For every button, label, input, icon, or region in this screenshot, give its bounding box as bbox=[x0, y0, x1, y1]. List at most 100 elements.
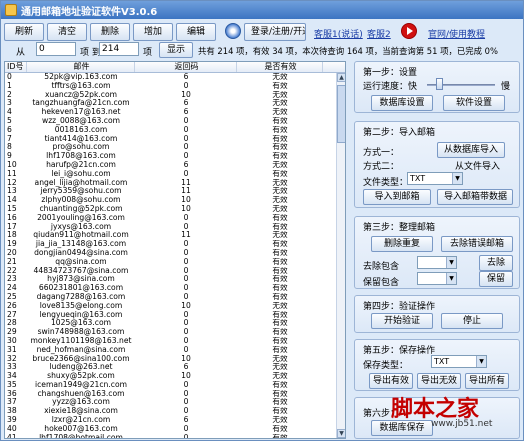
delete-button[interactable]: 删除 bbox=[90, 23, 130, 41]
step3-group: 第三步：整理邮箱 删除重复 去除错误邮箱 去除包含 ▼ 去除 保留包含 ▼ 保留 bbox=[354, 216, 520, 289]
table-row[interactable]: 34 shuxy@52pk.com 10 无效 bbox=[5, 372, 345, 381]
chevron-down-icon[interactable]: ▼ bbox=[446, 257, 456, 268]
filetype-label: 文件类型： bbox=[363, 178, 409, 188]
clear-button[interactable]: 清空 bbox=[47, 23, 87, 41]
table-row[interactable]: 2 xuancz@52pk.com 10 无效 bbox=[5, 91, 345, 100]
cell-code: 0 bbox=[183, 407, 189, 416]
table-row[interactable]: 33 ludeng@263.net 6 无效 bbox=[5, 363, 345, 372]
register-button[interactable]: 登录/注册/开通 bbox=[244, 23, 306, 41]
dedupe-button[interactable]: 删除重复 bbox=[371, 236, 433, 252]
website-link[interactable]: 官网/使用教程 bbox=[428, 27, 485, 40]
cell-code: 6 bbox=[183, 99, 189, 108]
table-row[interactable]: 36 changshuen@163.com 0 有效 bbox=[5, 390, 345, 399]
service1-link[interactable]: 客服1(说话) bbox=[314, 27, 363, 40]
table-row[interactable]: 15 chuanting@52pk.com 10 无效 bbox=[5, 205, 345, 214]
scroll-up-icon[interactable]: ▲ bbox=[337, 73, 345, 82]
table-row[interactable]: 25 dagang7288@163.com 0 有效 bbox=[5, 293, 345, 302]
table-row[interactable]: 4 hekeven17@163.net 6 无效 bbox=[5, 108, 345, 117]
table-row[interactable]: 9 lhf1708@163.com 0 有效 bbox=[5, 152, 345, 161]
cell-email: tiant414@163.com bbox=[44, 134, 118, 143]
table-row[interactable]: 27 lengyueqin@163.com 0 有效 bbox=[5, 311, 345, 320]
scroll-thumb[interactable] bbox=[337, 85, 345, 143]
import-to-db-button[interactable]: 导入邮箱带数据 bbox=[437, 189, 513, 205]
table-row[interactable]: 17 jyxys@163.com 0 有效 bbox=[5, 223, 345, 232]
chevron-down-icon[interactable]: ▼ bbox=[452, 173, 462, 184]
table-row[interactable]: 13 jerry5359@sohu.com 11 无效 bbox=[5, 187, 345, 196]
stop-button[interactable]: 停止 bbox=[441, 313, 503, 329]
start-verify-button[interactable]: 开始验证 bbox=[371, 313, 433, 329]
service2-link[interactable]: 客服2 bbox=[367, 27, 391, 40]
chevron-down-icon[interactable]: ▼ bbox=[476, 356, 486, 367]
table-row[interactable]: 14 zlphy008@sohu.com 10 无效 bbox=[5, 196, 345, 205]
to-input[interactable]: 214 bbox=[99, 42, 139, 56]
table-row[interactable]: 24 660231801@163.com 0 有效 bbox=[5, 284, 345, 293]
table-row[interactable]: 20 dongjian0494@sina.com 0 有效 bbox=[5, 249, 345, 258]
table-row[interactable]: 35 iceman1949@21cn.com 0 有效 bbox=[5, 381, 345, 390]
table-row[interactable]: 16 2001youling@163.com 0 有效 bbox=[5, 214, 345, 223]
email-table[interactable]: ID号 邮件 返回码 是否有效 0 52pk@vip.163.com 6 无效 1 tff… bbox=[4, 61, 346, 439]
show-button[interactable]: 显示 bbox=[159, 42, 193, 58]
db-settings-button[interactable]: 数据库设置 bbox=[371, 95, 433, 111]
table-row[interactable]: 40 hoke007@163.com 0 有效 bbox=[5, 425, 345, 434]
remove-error-button[interactable]: 去除错误邮箱 bbox=[441, 236, 513, 252]
import-from-db-button[interactable]: 从数据库导入 bbox=[437, 142, 505, 158]
table-row[interactable]: 18 qiudan911@hotmail.com 11 无效 bbox=[5, 231, 345, 240]
speed-slider-thumb[interactable] bbox=[436, 78, 444, 90]
import-button[interactable]: 导入到邮箱 bbox=[363, 189, 431, 205]
vertical-scrollbar[interactable]: ▲ ▼ bbox=[336, 73, 345, 438]
table-row[interactable]: 12 angel_lijia@hotmail.com 11 无效 bbox=[5, 179, 345, 188]
keep-contains-select[interactable]: ▼ bbox=[417, 272, 457, 285]
column-valid-header[interactable]: 是否有效 bbox=[237, 62, 323, 72]
export-all-button[interactable]: 导出所有 bbox=[465, 373, 509, 389]
cell-id: 34 bbox=[7, 372, 17, 381]
column-id-header[interactable]: ID号 bbox=[5, 62, 27, 72]
keep-button[interactable]: 保留 bbox=[479, 271, 513, 287]
step1-group: 第一步：设置 运行速度：快 慢 数据库设置 软件设置 bbox=[354, 61, 520, 113]
table-row[interactable]: 30 monkey1101198@163.net 0 有效 bbox=[5, 337, 345, 346]
table-row[interactable]: 0 52pk@vip.163.com 6 无效 bbox=[5, 73, 345, 82]
cell-email: ludeng@263.net bbox=[49, 363, 113, 372]
table-row[interactable]: 31 ned_hofman@sina.com 0 有效 bbox=[5, 346, 345, 355]
table-row[interactable]: 23 hyj873@sina.com 0 有效 bbox=[5, 275, 345, 284]
table-row[interactable]: 8 pro@sohu.com 0 有效 bbox=[5, 143, 345, 152]
table-row[interactable]: 37 yyzz@163.com 0 有效 bbox=[5, 398, 345, 407]
table-row[interactable]: 22 44834723767@sina.com 0 有效 bbox=[5, 267, 345, 276]
cell-email: lengyueqin@163.com bbox=[39, 310, 123, 319]
table-row[interactable]: 7 tiant414@163.com 0 有效 bbox=[5, 135, 345, 144]
column-code-header[interactable]: 返回码 bbox=[135, 62, 237, 72]
table-row[interactable]: 26 love8135@elong.com 10 无效 bbox=[5, 302, 345, 311]
play-icon[interactable] bbox=[401, 23, 417, 39]
remove-contains-select[interactable]: ▼ bbox=[417, 256, 457, 269]
chevron-down-icon[interactable]: ▼ bbox=[446, 273, 456, 284]
export-valid-button[interactable]: 导出有效 bbox=[369, 373, 413, 389]
scroll-down-icon[interactable]: ▼ bbox=[337, 429, 345, 438]
cell-id: 41 bbox=[7, 433, 17, 439]
table-row[interactable]: 28 1025@163.com 0 有效 bbox=[5, 319, 345, 328]
table-row[interactable]: 38 xiexie18@sina.com 0 有效 bbox=[5, 407, 345, 416]
remove-button[interactable]: 去除 bbox=[479, 255, 513, 271]
table-row[interactable]: 29 swin748988@163.com 0 有效 bbox=[5, 328, 345, 337]
edit-button[interactable]: 编辑 bbox=[176, 23, 216, 41]
filetype-select[interactable]: TXT ▼ bbox=[407, 172, 463, 185]
table-row[interactable]: 41 lhf1708@hotmail.com 0 有效 bbox=[5, 433, 345, 439]
table-row[interactable]: 19 jia_jia_13148@163.com 0 有效 bbox=[5, 240, 345, 249]
table-row[interactable]: 32 bruce2366@sina100.com 10 无效 bbox=[5, 355, 345, 364]
step4-title: 第四步：验证操作 bbox=[363, 302, 436, 312]
table-row[interactable]: 10 harufp@21cn.com 6 无效 bbox=[5, 161, 345, 170]
add-button[interactable]: 增加 bbox=[133, 23, 173, 41]
export-invalid-button[interactable]: 导出无效 bbox=[417, 373, 461, 389]
table-row[interactable]: 6 0018163.com 0 有效 bbox=[5, 126, 345, 135]
table-row[interactable]: 5 wzz_0088@163.com 0 有效 bbox=[5, 117, 345, 126]
cell-id: 13 bbox=[7, 187, 17, 196]
table-row[interactable]: 3 tangzhuangfa@21cn.com 6 无效 bbox=[5, 99, 345, 108]
table-row[interactable]: 11 lei_i@sohu.com 0 有效 bbox=[5, 170, 345, 179]
table-row[interactable]: 21 qq@sina.com 0 有效 bbox=[5, 258, 345, 267]
refresh-button[interactable]: 刷新 bbox=[4, 23, 44, 41]
savetype-select[interactable]: TXT ▼ bbox=[431, 355, 487, 368]
table-row[interactable]: 39 lzxr@21cn.com 6 无效 bbox=[5, 416, 345, 425]
column-email-header[interactable]: 邮件 bbox=[27, 62, 135, 72]
table-row[interactable]: 1 tfftrs@163.com 0 有效 bbox=[5, 82, 345, 91]
soft-settings-button[interactable]: 软件设置 bbox=[443, 95, 505, 111]
from-input[interactable]: 0 bbox=[36, 42, 76, 56]
cell-valid: 有效 bbox=[272, 266, 288, 275]
